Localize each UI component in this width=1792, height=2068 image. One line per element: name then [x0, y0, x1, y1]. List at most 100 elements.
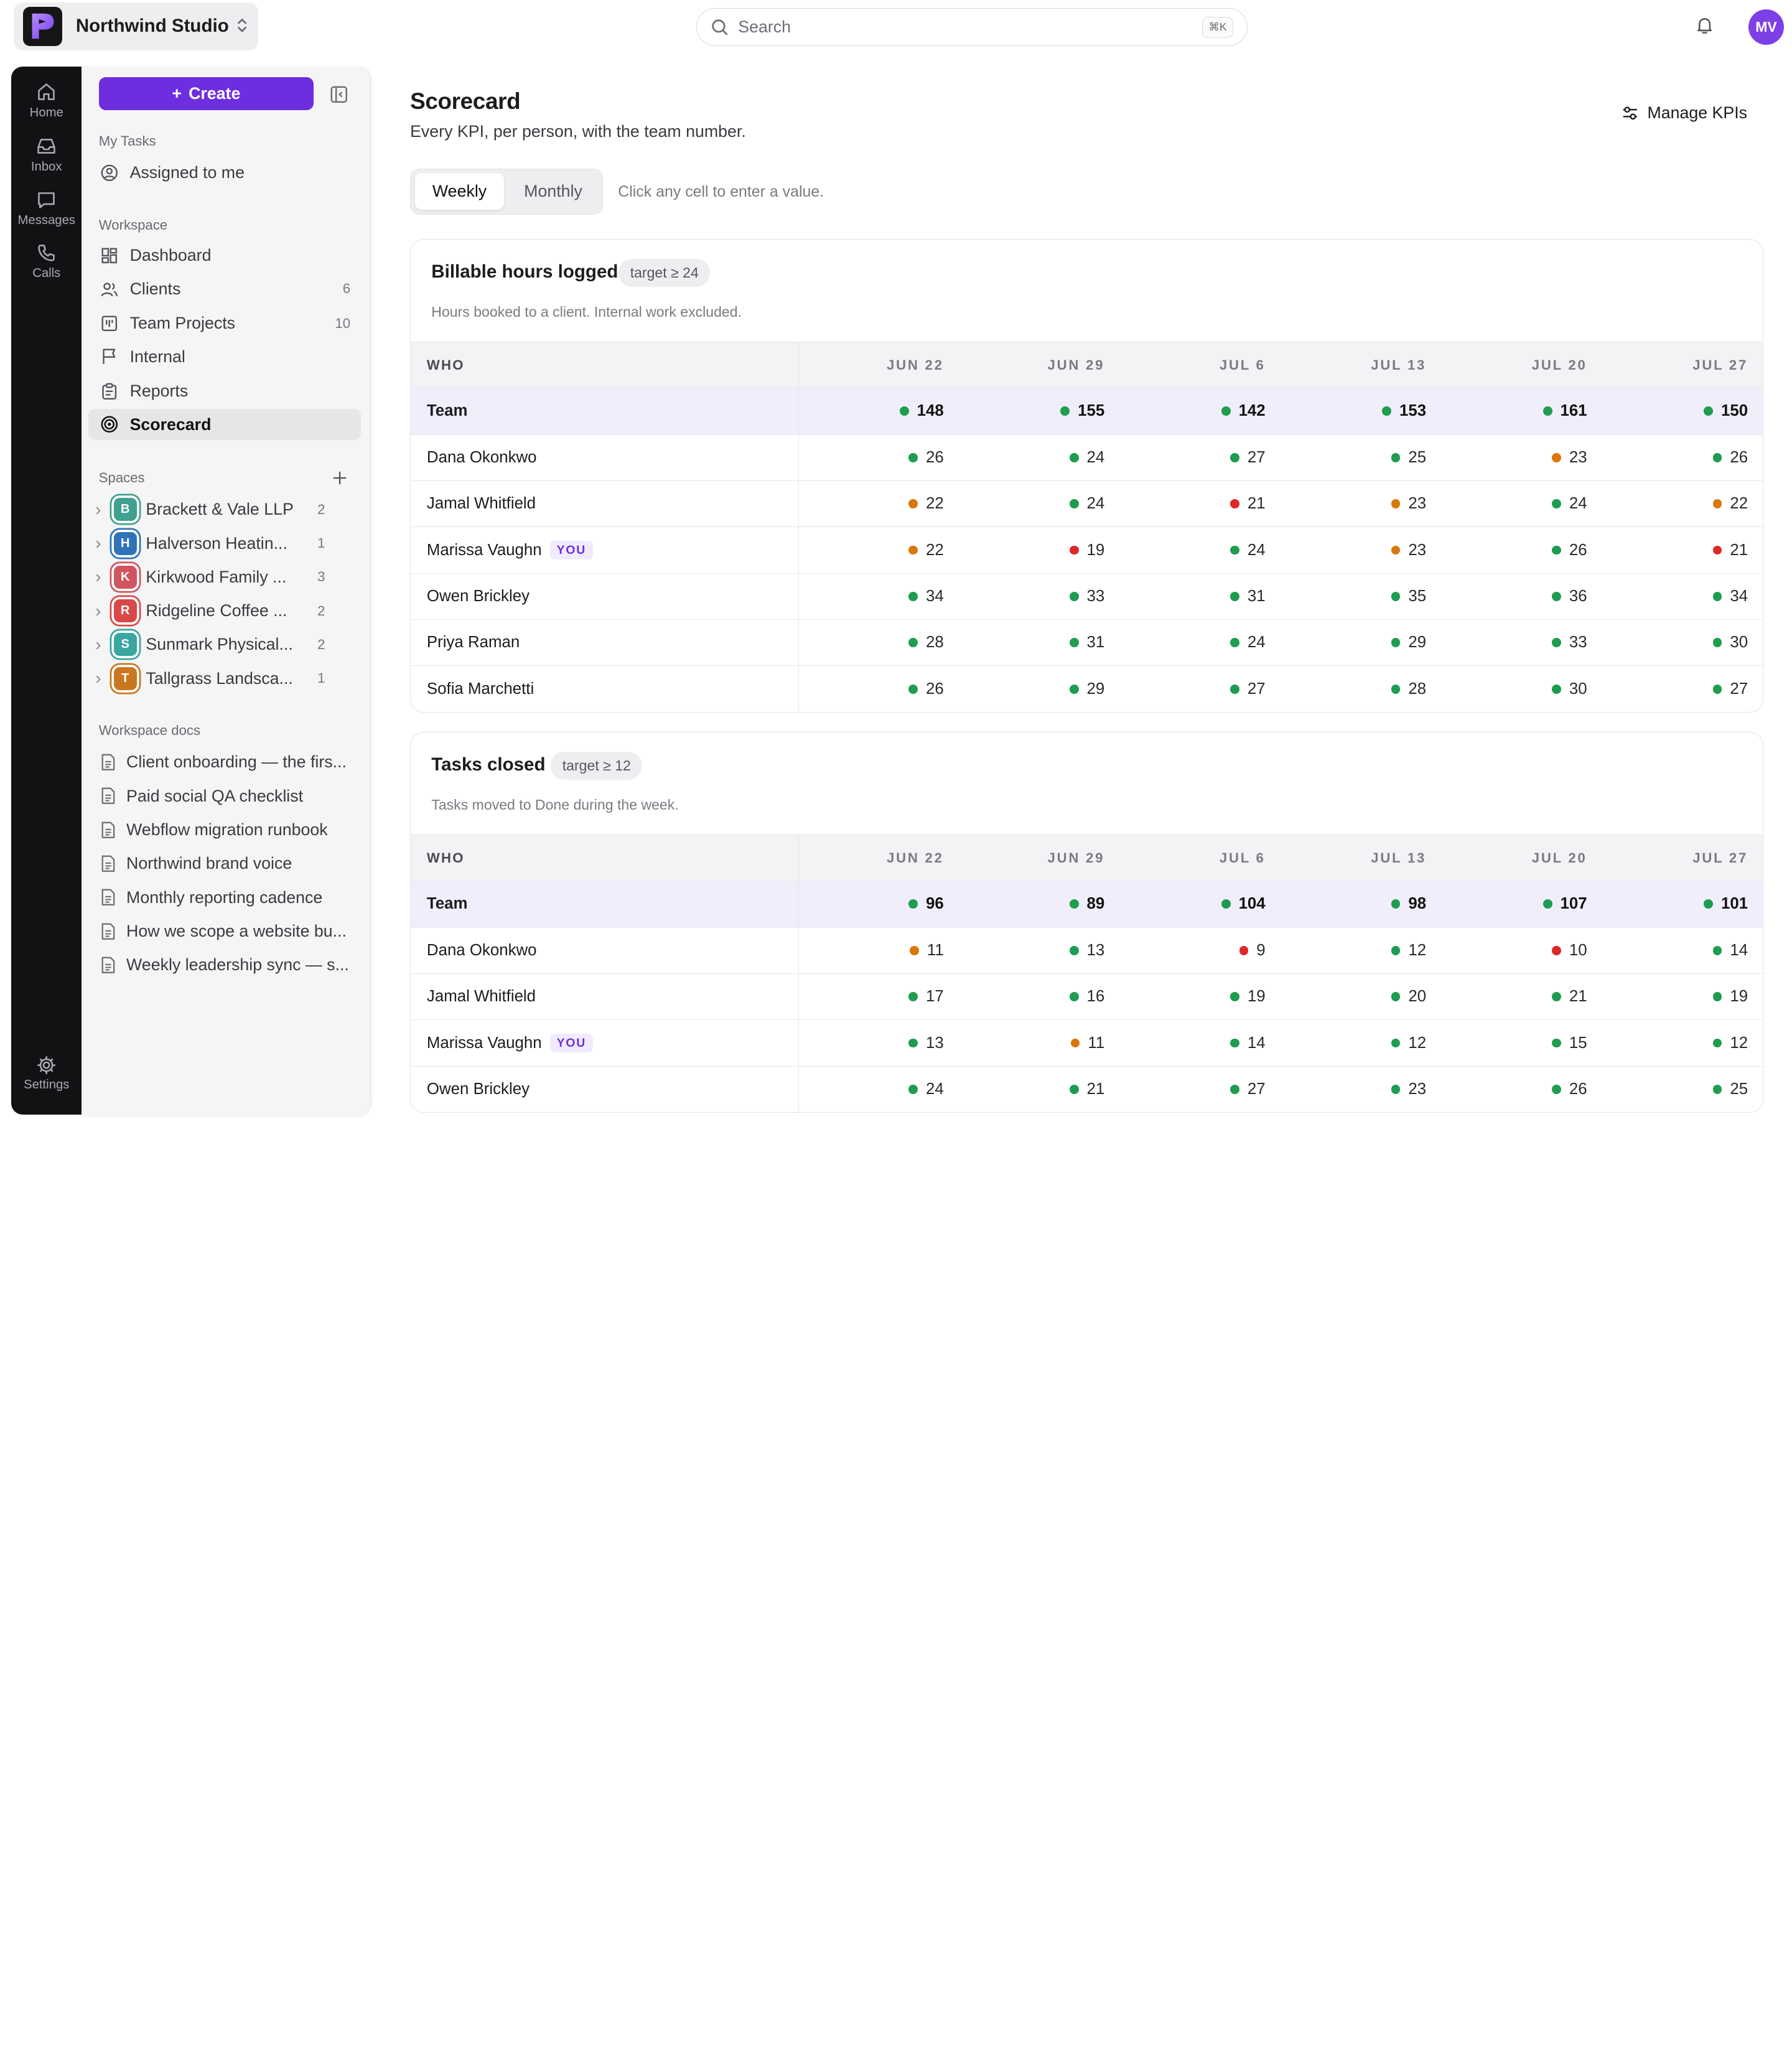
workspace-switcher[interactable]: Northwind Studio	[14, 2, 259, 51]
value-cell[interactable]: 19	[960, 527, 1121, 573]
sidebar-item-clients[interactable]: Clients 6	[88, 273, 361, 304]
chevron-right-icon[interactable]: ›	[95, 567, 109, 587]
space-item[interactable]: › R Ridgeline Coffee ... 2	[88, 596, 341, 627]
value-cell[interactable]: 23	[1282, 1067, 1442, 1112]
sidebar-item-team-projects[interactable]: Team Projects 10	[88, 308, 361, 339]
search-input[interactable]: Search ⌘K	[696, 7, 1248, 46]
collapse-sidebar-icon[interactable]	[330, 85, 348, 104]
value-cell[interactable]: 25	[1603, 1067, 1762, 1112]
value-cell[interactable]: 13	[960, 928, 1121, 973]
value-cell[interactable]: 20	[1282, 974, 1442, 1019]
space-item[interactable]: › S Sunmark Physical... 2	[88, 629, 341, 660]
value-cell[interactable]: 14	[1121, 1020, 1281, 1065]
value-cell[interactable]: 17	[799, 974, 959, 1019]
doc-item[interactable]: Northwind brand voice	[88, 848, 361, 879]
value-cell[interactable]: 107	[1442, 881, 1603, 927]
manage-kpis-button[interactable]: Manage KPIs	[1621, 103, 1747, 123]
tab-weekly[interactable]: Weekly	[415, 172, 504, 210]
value-cell[interactable]: 24	[960, 435, 1121, 480]
rail-calls[interactable]: Calls	[11, 241, 82, 281]
value-cell[interactable]: 33	[1442, 620, 1603, 665]
space-item[interactable]: › T Tallgrass Landsca... 1	[88, 663, 341, 694]
value-cell[interactable]: 26	[1442, 1067, 1603, 1112]
value-cell[interactable]: 24	[1121, 527, 1281, 573]
value-cell[interactable]: 31	[1121, 574, 1281, 619]
sidebar-item-dashboard[interactable]: Dashboard	[88, 240, 361, 271]
value-cell[interactable]: 22	[1603, 481, 1762, 526]
chevron-right-icon[interactable]: ›	[95, 500, 109, 520]
value-cell[interactable]: 155	[960, 388, 1121, 434]
value-cell[interactable]: 23	[1442, 435, 1603, 480]
value-cell[interactable]: 21	[1442, 974, 1603, 1019]
value-cell[interactable]: 21	[960, 1067, 1121, 1112]
user-avatar[interactable]: MV	[1748, 9, 1785, 45]
rail-settings[interactable]: Settings	[11, 1055, 82, 1092]
value-cell[interactable]: 27	[1121, 1067, 1281, 1112]
value-cell[interactable]: 12	[1282, 928, 1442, 973]
value-cell[interactable]: 30	[1603, 620, 1762, 665]
doc-item[interactable]: Monthly reporting cadence	[88, 882, 361, 913]
value-cell[interactable]: 150	[1603, 388, 1762, 434]
value-cell[interactable]: 26	[1603, 435, 1762, 480]
value-cell[interactable]: 27	[1121, 666, 1281, 711]
value-cell[interactable]: 24	[799, 1067, 959, 1112]
value-cell[interactable]: 28	[799, 620, 959, 665]
value-cell[interactable]: 142	[1121, 388, 1281, 434]
value-cell[interactable]: 22	[799, 481, 959, 526]
rail-messages[interactable]: Messages	[11, 189, 82, 228]
value-cell[interactable]: 19	[1603, 974, 1762, 1019]
space-item[interactable]: › K Kirkwood Family ... 3	[88, 561, 341, 592]
value-cell[interactable]: 12	[1603, 1020, 1762, 1065]
space-item[interactable]: › H Halverson Heatin... 1	[88, 528, 341, 559]
value-cell[interactable]: 29	[1282, 620, 1442, 665]
value-cell[interactable]: 16	[960, 974, 1121, 1019]
value-cell[interactable]: 22	[799, 527, 959, 573]
value-cell[interactable]: 148	[799, 388, 959, 434]
value-cell[interactable]: 24	[1442, 481, 1603, 526]
value-cell[interactable]: 28	[1282, 666, 1442, 711]
value-cell[interactable]: 12	[1282, 1020, 1442, 1065]
doc-item[interactable]: How we scope a website bu...	[88, 915, 361, 947]
value-cell[interactable]: 24	[1121, 620, 1281, 665]
value-cell[interactable]: 34	[799, 574, 959, 619]
create-button[interactable]: + Create	[98, 77, 314, 111]
value-cell[interactable]: 27	[1603, 666, 1762, 711]
doc-item[interactable]: Weekly leadership sync — s...	[88, 950, 361, 981]
value-cell[interactable]: 15	[1442, 1020, 1603, 1065]
chevron-right-icon[interactable]: ›	[95, 533, 109, 553]
chevron-right-icon[interactable]: ›	[95, 635, 109, 655]
value-cell[interactable]: 25	[1282, 435, 1442, 480]
value-cell[interactable]: 21	[1603, 527, 1762, 573]
value-cell[interactable]: 33	[960, 574, 1121, 619]
value-cell[interactable]: 36	[1442, 574, 1603, 619]
value-cell[interactable]: 98	[1282, 881, 1442, 927]
rail-home[interactable]: Home	[11, 80, 82, 120]
value-cell[interactable]: 14	[1603, 928, 1762, 973]
value-cell[interactable]: 31	[960, 620, 1121, 665]
sidebar-item-scorecard[interactable]: Scorecard	[88, 409, 361, 441]
value-cell[interactable]: 35	[1282, 574, 1442, 619]
tab-monthly[interactable]: Monthly	[510, 173, 597, 210]
chevron-right-icon[interactable]: ›	[95, 601, 109, 621]
value-cell[interactable]: 24	[960, 481, 1121, 526]
sidebar-item-internal[interactable]: Internal	[88, 341, 361, 372]
add-space-icon[interactable]	[333, 471, 347, 485]
space-item[interactable]: › B Brackett & Vale LLP 2	[88, 494, 341, 525]
value-cell[interactable]: 26	[1442, 527, 1603, 573]
value-cell[interactable]: 11	[799, 928, 959, 973]
value-cell[interactable]: 21	[1121, 481, 1281, 526]
value-cell[interactable]: 153	[1282, 388, 1442, 434]
value-cell[interactable]: 89	[960, 881, 1121, 927]
value-cell[interactable]: 10	[1442, 928, 1603, 973]
value-cell[interactable]: 19	[1121, 974, 1281, 1019]
sidebar-item-reports[interactable]: Reports	[88, 376, 361, 407]
value-cell[interactable]: 26	[799, 666, 959, 711]
value-cell[interactable]: 13	[799, 1020, 959, 1065]
value-cell[interactable]: 161	[1442, 388, 1603, 434]
value-cell[interactable]: 9	[1121, 928, 1281, 973]
value-cell[interactable]: 23	[1282, 481, 1442, 526]
value-cell[interactable]: 101	[1603, 881, 1762, 927]
value-cell[interactable]: 104	[1121, 881, 1281, 927]
value-cell[interactable]: 11	[960, 1020, 1121, 1065]
doc-item[interactable]: Client onboarding — the firs...	[88, 747, 361, 778]
